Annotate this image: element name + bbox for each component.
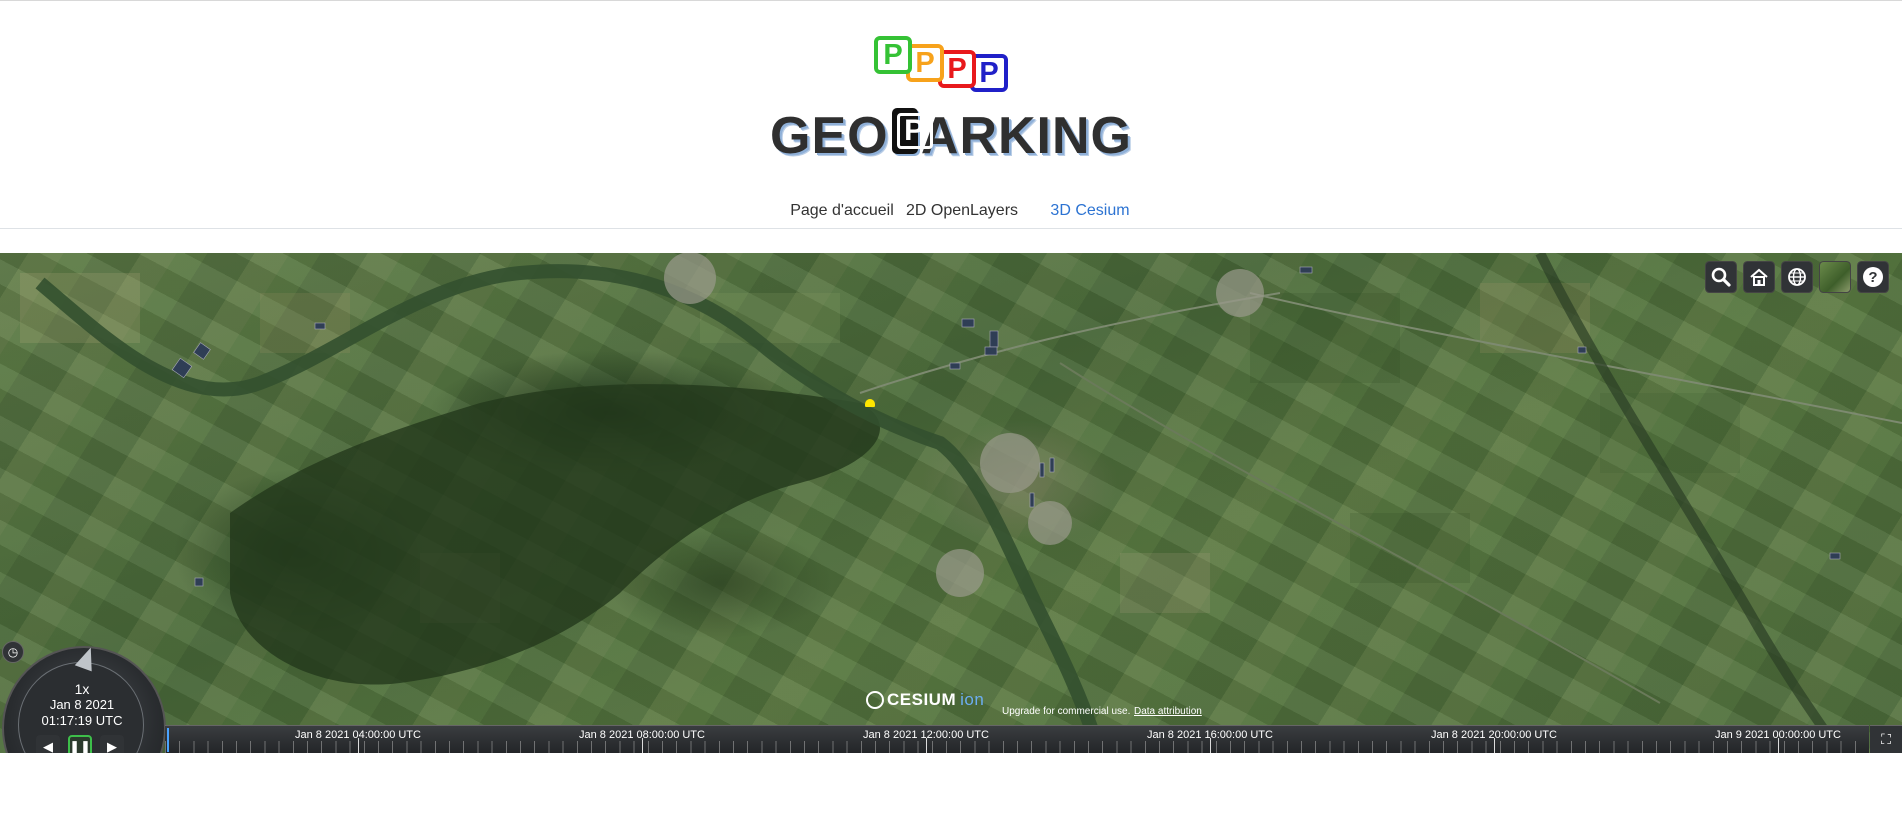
reverse-icon: ◀ bbox=[43, 739, 53, 753]
timeline-label: Jan 8 2021 08:00:00 UTC bbox=[579, 729, 705, 741]
scene-mode-button[interactable] bbox=[1781, 261, 1813, 293]
pause-button[interactable]: ❚❚ bbox=[68, 735, 92, 753]
tab-home[interactable]: Page d'accueil bbox=[768, 194, 916, 228]
nav-divider bbox=[0, 228, 1902, 229]
timeline-label: Jan 9 2021 00:00:00 UTC bbox=[1715, 729, 1841, 741]
play-forward-button[interactable]: ▶ bbox=[100, 735, 124, 753]
animation-date: Jan 8 2021 bbox=[49, 697, 115, 712]
play-reverse-button[interactable]: ◀ bbox=[36, 735, 60, 753]
wordmark-right: ARKING bbox=[920, 107, 1132, 165]
geocoder-search-button[interactable] bbox=[1705, 261, 1737, 293]
tab-3d-cesium[interactable]: 3D Cesium bbox=[1032, 194, 1148, 229]
globe-icon bbox=[1788, 268, 1806, 286]
clock-settings-button[interactable]: ◷ bbox=[2, 641, 24, 663]
timeline-label: Jan 8 2021 16:00:00 UTC bbox=[1147, 729, 1273, 741]
geoparking-logo: P P P P GEO P ARKING bbox=[770, 30, 1132, 165]
tab-2d-openlayers[interactable]: 2D OpenLayers bbox=[902, 194, 1022, 228]
logo-wordmark: GEO P ARKING bbox=[770, 106, 1132, 166]
timeline-bar[interactable]: Jan 8 2021 04:00:00 UTC Jan 8 2021 08:00… bbox=[165, 725, 1869, 753]
top-border bbox=[0, 0, 1902, 1]
cesium-logo-icon bbox=[866, 691, 884, 709]
fullscreen-button[interactable]: ⛶ bbox=[1870, 725, 1902, 753]
animation-speed: 1x bbox=[74, 681, 90, 697]
timeline-ticks bbox=[165, 741, 1869, 753]
animation-widget[interactable]: 1x Jan 8 2021 01:17:19 UTC ◀ ❚❚ ▶ bbox=[0, 643, 168, 753]
timeline-label: Jan 8 2021 12:00:00 UTC bbox=[863, 729, 989, 741]
timeline-label: Jan 8 2021 20:00:00 UTC bbox=[1431, 729, 1557, 741]
search-icon bbox=[1711, 267, 1731, 287]
cesium-map-viewer[interactable]: ? CESIUM ion Upgrade for commercial use.… bbox=[0, 253, 1902, 753]
parking-tile-green: P bbox=[874, 36, 912, 74]
home-icon bbox=[1750, 268, 1768, 286]
svg-text:?: ? bbox=[1868, 269, 1877, 286]
map-imagery bbox=[20, 253, 1902, 753]
timeline-needle[interactable] bbox=[167, 728, 169, 752]
help-icon: ? bbox=[1863, 267, 1883, 287]
location-marker[interactable] bbox=[865, 399, 875, 407]
timeline-label: Jan 8 2021 04:00:00 UTC bbox=[295, 729, 421, 741]
data-attribution-link[interactable]: Data attribution bbox=[1134, 706, 1202, 717]
navigation-help-button[interactable]: ? bbox=[1857, 261, 1889, 293]
play-icon: ▶ bbox=[107, 739, 117, 753]
base-layer-picker-button[interactable] bbox=[1819, 261, 1851, 293]
home-view-button[interactable] bbox=[1743, 261, 1775, 293]
wordmark-parking-p: P bbox=[891, 108, 933, 154]
clock-icon: ◷ bbox=[7, 645, 19, 659]
pause-icon: ❚❚ bbox=[69, 739, 91, 753]
fullscreen-icon: ⛶ bbox=[1881, 731, 1891, 747]
upgrade-credit-text: Upgrade for commercial use. bbox=[1002, 706, 1131, 717]
cesium-ion-logo[interactable]: CESIUM ion bbox=[866, 690, 984, 710]
animation-time: 01:17:19 UTC bbox=[41, 713, 123, 728]
wordmark-left: GEO bbox=[770, 107, 889, 165]
